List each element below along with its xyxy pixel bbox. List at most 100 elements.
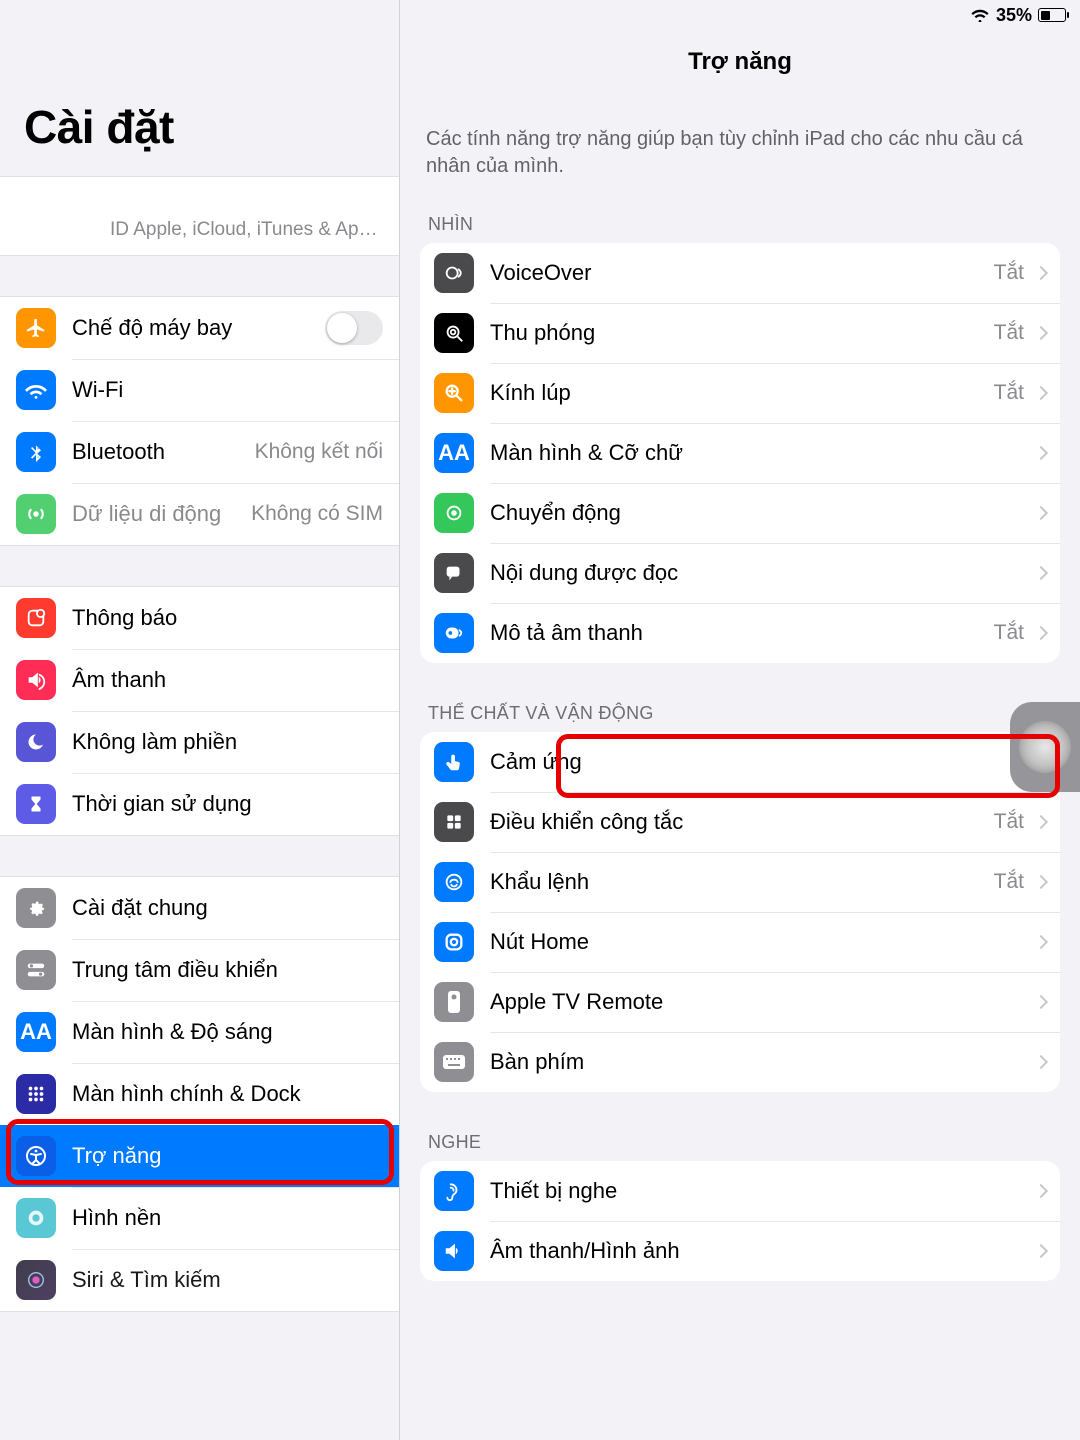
home-screen-label: Màn hình chính & Dock — [72, 1081, 383, 1107]
status-bar: 35% — [400, 0, 1080, 28]
sidebar-group-alerts: Thông báo Âm thanh Không làm phiền Thời … — [0, 586, 399, 836]
voice-control-label: Khẩu lệnh — [490, 869, 994, 895]
sound-icon — [16, 660, 56, 700]
switch-control-value: Tắt — [994, 810, 1024, 834]
spoken-content-label: Nội dung được đọc — [490, 560, 1030, 586]
apple-id-name — [20, 191, 379, 219]
row-spoken-content[interactable]: Nội dung được đọc — [420, 543, 1060, 603]
zoom-value: Tắt — [994, 321, 1024, 345]
hourglass-icon — [16, 784, 56, 824]
airplane-toggle[interactable] — [325, 311, 383, 345]
sound-label: Âm thanh — [72, 667, 383, 693]
section-header-vision: NHÌN — [420, 204, 1060, 243]
chevron-right-icon — [1034, 815, 1048, 829]
chevron-right-icon — [1034, 1244, 1048, 1258]
control-center-label: Trung tâm điều khiển — [72, 957, 383, 983]
assistivetouch-nub[interactable] — [1010, 702, 1080, 792]
sidebar-item-sound[interactable]: Âm thanh — [0, 649, 399, 711]
voiceover-label: VoiceOver — [490, 260, 994, 286]
card-vision: VoiceOver Tắt Thu phóng Tắt Kính lúp Tắt — [420, 243, 1060, 663]
settings-sidebar: Cài đặt ID Apple, iCloud, iTunes & App S… — [0, 0, 400, 1440]
sidebar-item-dnd[interactable]: Không làm phiền — [0, 711, 399, 773]
chevron-right-icon — [1034, 266, 1048, 280]
row-hearing-devices[interactable]: Thiết bị nghe — [420, 1161, 1060, 1221]
chevron-right-icon — [1034, 1055, 1048, 1069]
section-header-hearing: NGHE — [420, 1122, 1060, 1161]
row-audio-visual[interactable]: Âm thanh/Hình ảnh — [420, 1221, 1060, 1281]
row-switch-control[interactable]: Điều khiển công tắc Tắt — [420, 792, 1060, 852]
cellular-icon — [16, 494, 56, 534]
siri-icon — [16, 1260, 56, 1300]
text-size-icon: AA — [16, 1012, 56, 1052]
row-display-text[interactable]: AA Màn hình & Cỡ chữ — [420, 423, 1060, 483]
row-audio-desc[interactable]: Mô tả âm thanh Tắt — [420, 603, 1060, 663]
chevron-right-icon — [1034, 326, 1048, 340]
detail-pane: 35% Trợ năng Các tính năng trợ năng giúp… — [400, 0, 1080, 1440]
bluetooth-icon — [16, 432, 56, 472]
switches-icon — [16, 950, 56, 990]
sidebar-item-display[interactable]: AA Màn hình & Độ sáng — [0, 1001, 399, 1063]
text-size-icon: AA — [434, 433, 474, 473]
row-apple-tv-remote[interactable]: Apple TV Remote — [420, 972, 1060, 1032]
row-voiceover[interactable]: VoiceOver Tắt — [420, 243, 1060, 303]
touch-label: Cảm ứng — [490, 749, 1030, 775]
sidebar-item-notifications[interactable]: Thông báo — [0, 587, 399, 649]
sidebar-item-wallpaper[interactable]: Hình nền — [0, 1187, 399, 1249]
sidebar-item-bluetooth[interactable]: Bluetooth Không kết nối — [0, 421, 399, 483]
chevron-right-icon — [1034, 995, 1048, 1009]
sidebar-item-screentime[interactable]: Thời gian sử dụng — [0, 773, 399, 835]
sidebar-item-home-screen[interactable]: Màn hình chính & Dock — [0, 1063, 399, 1125]
ear-icon — [434, 1171, 474, 1211]
section-header-physical: THỂ CHẤT VÀ VẬN ĐỘNG — [420, 693, 1060, 732]
switch-control-label: Điều khiển công tắc — [490, 809, 994, 835]
audio-visual-label: Âm thanh/Hình ảnh — [490, 1238, 1030, 1264]
sidebar-item-wifi[interactable]: Wi-Fi — [0, 359, 399, 421]
sidebar-item-general[interactable]: Cài đặt chung — [0, 877, 399, 939]
row-keyboard[interactable]: Bàn phím — [420, 1032, 1060, 1092]
detail-scroll[interactable]: Các tính năng trợ năng giúp bạn tùy chỉn… — [400, 126, 1080, 1440]
row-touch[interactable]: Cảm ứng — [420, 732, 1060, 792]
chevron-right-icon — [1034, 386, 1048, 400]
wallpaper-label: Hình nền — [72, 1205, 383, 1231]
cellular-label: Dữ liệu di động — [72, 501, 251, 527]
motion-label: Chuyển động — [490, 500, 1030, 526]
keyboard-label: Bàn phím — [490, 1049, 1030, 1075]
moon-icon — [16, 722, 56, 762]
card-hearing: Thiết bị nghe Âm thanh/Hình ảnh — [420, 1161, 1060, 1281]
sidebar-item-accessibility[interactable]: Trợ năng — [0, 1125, 399, 1187]
accessibility-icon — [16, 1136, 56, 1176]
apple-id-card[interactable]: ID Apple, iCloud, iTunes & App St… — [0, 176, 399, 256]
sidebar-item-airplane[interactable]: Chế độ máy bay — [0, 297, 399, 359]
sidebar-item-siri[interactable]: Siri & Tìm kiếm — [0, 1249, 399, 1311]
magnifier-value: Tắt — [994, 381, 1024, 405]
chevron-right-icon — [1034, 566, 1048, 580]
dnd-label: Không làm phiền — [72, 729, 383, 755]
spoken-content-icon — [434, 553, 474, 593]
row-magnifier[interactable]: Kính lúp Tắt — [420, 363, 1060, 423]
audio-desc-icon — [434, 613, 474, 653]
row-home-button[interactable]: Nút Home — [420, 912, 1060, 972]
apple-tv-remote-label: Apple TV Remote — [490, 989, 1030, 1015]
chevron-right-icon — [1034, 1184, 1048, 1198]
row-motion[interactable]: Chuyển động — [420, 483, 1060, 543]
general-label: Cài đặt chung — [72, 895, 383, 921]
audio-visual-icon — [434, 1231, 474, 1271]
sidebar-group-connectivity: Chế độ máy bay Wi-Fi Bluetooth Không kết… — [0, 296, 399, 546]
chevron-right-icon — [1034, 626, 1048, 640]
screentime-label: Thời gian sử dụng — [72, 791, 383, 817]
zoom-icon — [434, 313, 474, 353]
home-button-label: Nút Home — [490, 929, 1030, 955]
chevron-right-icon — [1034, 935, 1048, 949]
audio-desc-label: Mô tả âm thanh — [490, 620, 994, 646]
sidebar-item-cellular[interactable]: Dữ liệu di động Không có SIM — [0, 483, 399, 545]
audio-desc-value: Tắt — [994, 621, 1024, 645]
detail-intro: Các tính năng trợ năng giúp bạn tùy chỉn… — [420, 126, 1060, 204]
accessibility-label: Trợ năng — [72, 1143, 383, 1169]
touch-icon — [434, 742, 474, 782]
wifi-icon — [16, 370, 56, 410]
zoom-label: Thu phóng — [490, 320, 994, 346]
chevron-right-icon — [1034, 446, 1048, 460]
row-voice-control[interactable]: Khẩu lệnh Tắt — [420, 852, 1060, 912]
row-zoom[interactable]: Thu phóng Tắt — [420, 303, 1060, 363]
sidebar-item-control-center[interactable]: Trung tâm điều khiển — [0, 939, 399, 1001]
